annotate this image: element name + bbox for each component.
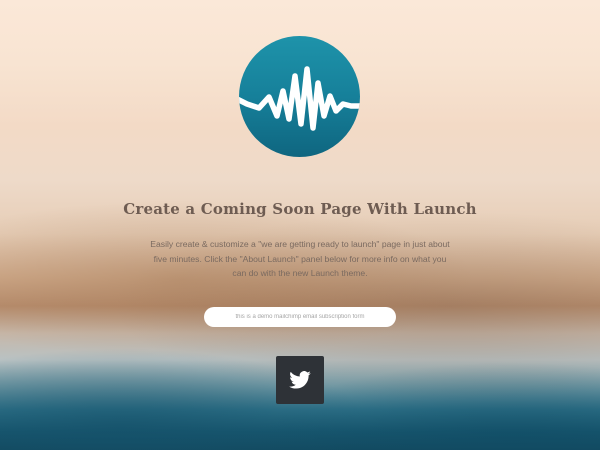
page-description: Easily create & customize a "we are gett…	[150, 239, 450, 278]
page-title: Create a Coming Soon Page With Launch	[123, 200, 477, 218]
twitter-icon	[289, 371, 311, 389]
email-subscription-input[interactable]	[204, 307, 396, 327]
twitter-button[interactable]	[276, 356, 324, 404]
soundwave-logo-icon	[239, 36, 360, 157]
